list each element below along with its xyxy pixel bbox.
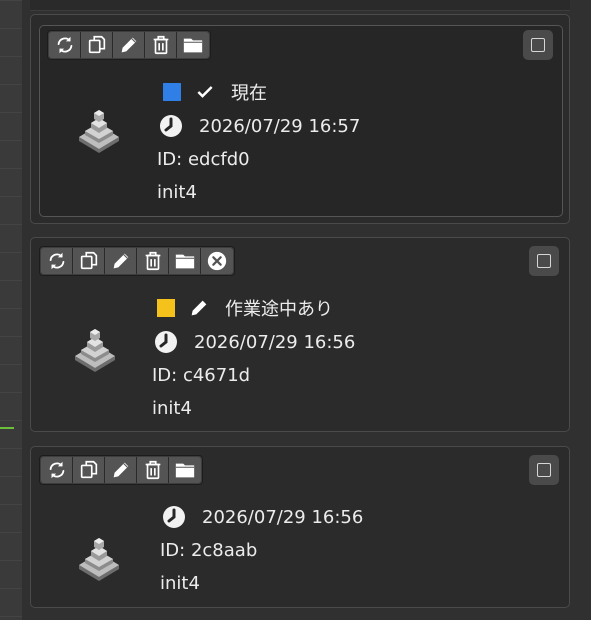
timestamp: 2026/07/29 16:56 bbox=[194, 331, 356, 353]
refresh-icon bbox=[46, 459, 68, 481]
trash-icon bbox=[142, 250, 164, 272]
checkmark-icon bbox=[193, 80, 217, 104]
panel-header-strip bbox=[30, 0, 570, 11]
card-2-toolbar bbox=[39, 246, 235, 276]
axis-line bbox=[0, 427, 14, 429]
duplicate-button[interactable] bbox=[81, 32, 113, 58]
duplicate-icon bbox=[78, 250, 100, 272]
open-folder-button[interactable] bbox=[169, 457, 201, 483]
clock-icon bbox=[159, 114, 183, 138]
close-circle-icon bbox=[206, 250, 228, 272]
edit-button[interactable] bbox=[113, 32, 145, 58]
delete-button[interactable] bbox=[145, 32, 177, 58]
duplicate-icon bbox=[86, 34, 108, 56]
trash-icon bbox=[150, 34, 172, 56]
edit-icon bbox=[118, 34, 140, 56]
timestamp: 2026/07/29 16:57 bbox=[199, 115, 361, 137]
card-1-toolbar bbox=[47, 30, 211, 60]
snapshot-id: ID: edcfd0 bbox=[157, 149, 250, 170]
duplicate-icon bbox=[78, 459, 100, 481]
trash-icon bbox=[142, 459, 164, 481]
open-folder-button[interactable] bbox=[177, 32, 209, 58]
edit-button[interactable] bbox=[105, 457, 137, 483]
status-label: 現在 bbox=[231, 83, 267, 104]
delete-button[interactable] bbox=[137, 457, 169, 483]
timestamp-row: 2026/07/29 16:56 bbox=[154, 329, 355, 355]
refresh-button[interactable] bbox=[49, 32, 81, 58]
checkbox-box bbox=[531, 38, 545, 52]
folder-icon bbox=[174, 250, 196, 272]
refresh-icon bbox=[46, 250, 68, 272]
pencil-icon bbox=[187, 296, 211, 320]
checkbox-box bbox=[537, 254, 551, 268]
snapshot-card-3[interactable]: 2026/07/29 16:56 ID: 2c8aab init4 bbox=[30, 446, 570, 608]
refresh-icon bbox=[54, 34, 76, 56]
open-folder-button[interactable] bbox=[169, 248, 201, 274]
refresh-button[interactable] bbox=[41, 457, 73, 483]
model-thumbnail bbox=[69, 97, 129, 157]
card-3-toolbar bbox=[39, 455, 203, 485]
discard-wip-button[interactable] bbox=[201, 248, 233, 274]
snapshot-name: init4 bbox=[160, 573, 200, 594]
timestamp: 2026/07/29 16:56 bbox=[202, 506, 364, 528]
edit-icon bbox=[110, 250, 132, 272]
status-row: 作業途中あり bbox=[157, 295, 333, 321]
snapshot-name: init4 bbox=[152, 398, 192, 419]
snapshot-card-1[interactable]: 現在 2026/07/29 16:57 ID: edcfd0 init4 bbox=[30, 14, 570, 224]
delete-button[interactable] bbox=[137, 248, 169, 274]
timestamp-row: 2026/07/29 16:57 bbox=[159, 113, 360, 139]
model-thumbnail bbox=[69, 525, 129, 585]
edit-button[interactable] bbox=[105, 248, 137, 274]
status-label: 作業途中あり bbox=[225, 299, 333, 320]
select-checkbox[interactable] bbox=[529, 455, 559, 485]
folder-icon bbox=[182, 34, 204, 56]
snapshot-id: ID: c4671d bbox=[152, 365, 251, 386]
duplicate-button[interactable] bbox=[73, 248, 105, 274]
snapshot-id: ID: 2c8aab bbox=[160, 540, 258, 561]
status-color-swatch bbox=[163, 83, 181, 101]
grid-lines bbox=[0, 0, 22, 620]
checkbox-box bbox=[537, 463, 551, 477]
duplicate-button[interactable] bbox=[73, 457, 105, 483]
status-color-swatch bbox=[157, 299, 175, 317]
edit-icon bbox=[110, 459, 132, 481]
select-checkbox[interactable] bbox=[529, 246, 559, 276]
select-checkbox[interactable] bbox=[523, 30, 553, 60]
status-row: 現在 bbox=[163, 79, 267, 105]
refresh-button[interactable] bbox=[41, 248, 73, 274]
clock-icon bbox=[162, 505, 186, 529]
snapshot-name: init4 bbox=[157, 182, 197, 203]
folder-icon bbox=[174, 459, 196, 481]
viewport-edge bbox=[0, 0, 22, 620]
clock-icon bbox=[154, 330, 178, 354]
snapshot-card-2[interactable]: 作業途中あり 2026/07/29 16:56 ID: c4671d init4 bbox=[30, 237, 570, 432]
model-thumbnail bbox=[65, 316, 125, 376]
timestamp-row: 2026/07/29 16:56 bbox=[162, 504, 363, 530]
